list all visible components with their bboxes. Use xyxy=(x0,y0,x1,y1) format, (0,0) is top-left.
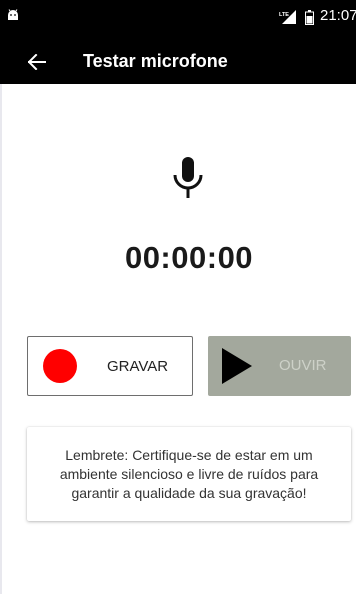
edge-divider xyxy=(0,84,2,594)
status-bar: LTE 21:07 xyxy=(0,0,356,40)
record-button-label: GRAVAR xyxy=(107,358,169,375)
screen: LTE 21:07 Testar microfone 00:00:00 GRAV… xyxy=(0,0,356,594)
play-icon xyxy=(222,348,252,384)
android-icon xyxy=(8,9,18,20)
svg-text:LTE: LTE xyxy=(279,12,289,18)
page-title: Testar microfone xyxy=(83,51,228,71)
back-button[interactable] xyxy=(22,48,54,76)
recording-timer: 00:00:00 xyxy=(124,240,254,275)
toolbar: Testar microfone xyxy=(0,40,356,84)
battery-icon xyxy=(305,10,314,25)
reminder-card: Lembrete: Certifique-se de estar em um a… xyxy=(27,427,351,521)
lte-signal-icon: LTE xyxy=(279,10,296,24)
listen-button-label: OUVIR xyxy=(279,357,327,374)
arrow-left-icon xyxy=(28,54,46,70)
listen-button[interactable]: OUVIR xyxy=(208,336,351,396)
status-time: 21:07 xyxy=(320,7,356,24)
record-dot-icon xyxy=(43,349,77,383)
microphone-icon xyxy=(173,157,203,198)
record-button[interactable]: GRAVAR xyxy=(27,336,193,396)
reminder-text: Lembrete: Certifique-se de estar em um a… xyxy=(59,446,319,501)
